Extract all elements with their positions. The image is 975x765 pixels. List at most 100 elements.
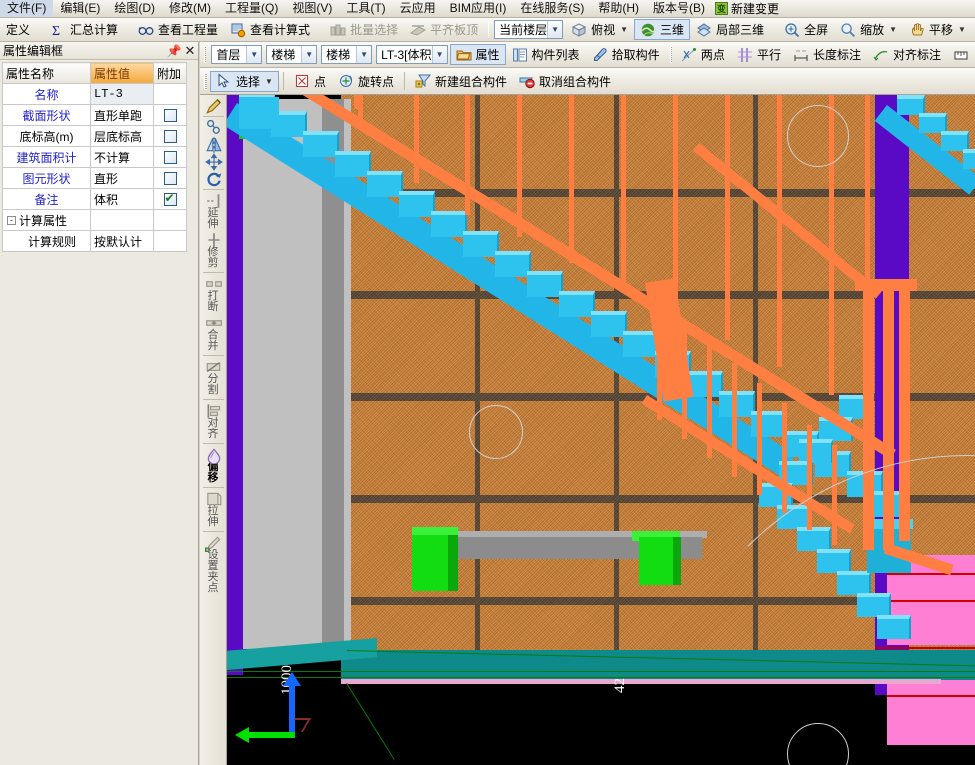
main-toolbar: 定义 Σ 汇总计算 查看工程量: [0, 18, 975, 42]
toolbar-grip[interactable]: [670, 46, 672, 63]
toolbar-grip[interactable]: [204, 73, 207, 90]
property-button[interactable]: 属性: [450, 44, 506, 65]
chevron-down-icon[interactable]: ▼: [620, 25, 628, 34]
local-3d-button[interactable]: 局部三维: [690, 19, 770, 40]
prop-extra: [154, 105, 187, 126]
sidebar-tool-label: 偏移: [207, 462, 220, 484]
cancel-group-component-button[interactable]: 取消组合构件: [513, 71, 617, 92]
extra-checkbox[interactable]: [164, 172, 177, 185]
batch-select-button[interactable]: 批量选择: [324, 19, 404, 40]
sidebar-tool-move[interactable]: [201, 153, 226, 169]
length-dim-button[interactable]: 长度标注: [787, 44, 867, 65]
summary-calc-button[interactable]: Σ 汇总计算: [44, 19, 124, 40]
menu-item-bim[interactable]: BIM应用(I): [443, 0, 514, 17]
table-row[interactable]: 底标高(m) 层底标高: [3, 126, 187, 147]
floor-select[interactable]: 首层 ▼: [211, 45, 262, 64]
floor-scope-select[interactable]: 当前楼层 ▼: [494, 20, 563, 39]
pan-button[interactable]: 平移 ▼: [903, 19, 972, 40]
select-tool-button[interactable]: 选择 ▼: [210, 71, 279, 92]
point-tool-button[interactable]: 点: [288, 71, 332, 92]
component-list-button[interactable]: 构件列表: [506, 44, 586, 65]
measure-button[interactable]: [947, 44, 975, 65]
chevron-down-icon[interactable]: ▼: [265, 77, 273, 86]
table-row[interactable]: 名称 LT-3: [3, 84, 187, 105]
prop-value[interactable]: 体积: [91, 189, 154, 210]
table-row[interactable]: 备注 体积: [3, 189, 187, 210]
sidebar-tool-rotate[interactable]: [201, 170, 226, 186]
collapse-expander[interactable]: -: [7, 216, 16, 225]
chevron-down-icon[interactable]: ▼: [246, 46, 261, 63]
prop-value[interactable]: LT-3: [91, 84, 154, 105]
close-icon[interactable]: ✕: [182, 43, 198, 59]
extra-checkbox-checked[interactable]: [164, 193, 177, 206]
component-select[interactable]: LT-3[体积 ▼: [376, 45, 447, 64]
sidebar-tool-align[interactable]: 对齐: [201, 402, 226, 440]
table-row-group[interactable]: - 计算属性: [3, 210, 187, 231]
menu-item-file[interactable]: 文件(F): [0, 0, 53, 17]
pin-icon[interactable]: 📌: [166, 44, 182, 58]
extra-checkbox[interactable]: [164, 109, 177, 122]
chevron-down-icon[interactable]: ▼: [356, 46, 371, 63]
sidebar-tool-offset[interactable]: 偏移: [201, 446, 226, 484]
chevron-down-icon[interactable]: ▼: [889, 25, 897, 34]
menu-item-version[interactable]: 版本号(B): [646, 0, 712, 17]
menu-item-online[interactable]: 在线服务(S): [513, 0, 591, 17]
sidebar-tool-extend[interactable]: 延伸: [201, 192, 226, 230]
prop-value[interactable]: 层底标高: [91, 126, 154, 147]
view-quantity-button[interactable]: 查看工程量: [132, 19, 224, 40]
menu-item-draw[interactable]: 绘图(D): [107, 0, 162, 17]
zoom-button[interactable]: 缩放 ▼: [834, 19, 903, 40]
align-dim-button[interactable]: 对齐标注: [867, 44, 947, 65]
sidebar-tool-set-grip[interactable]: 设置夹点: [201, 534, 226, 594]
define-button[interactable]: 定义: [0, 19, 36, 40]
sidebar-tool-copy[interactable]: [201, 119, 226, 135]
table-row[interactable]: 计算规则 按默认计: [3, 231, 187, 252]
new-change-label: 新建变更: [731, 0, 779, 17]
sidebar-tool-merge[interactable]: 合并: [201, 314, 226, 352]
sidebar-tool-break[interactable]: 打断: [201, 275, 226, 313]
category-select[interactable]: 楼梯 ▼: [266, 45, 317, 64]
sidebar-separator: [203, 116, 224, 117]
toolbar-grip[interactable]: [488, 21, 489, 38]
chevron-down-icon[interactable]: ▼: [432, 46, 447, 63]
floor-select-value: 首层: [216, 46, 246, 63]
table-row[interactable]: 截面形状 直形单跑: [3, 105, 187, 126]
table-row[interactable]: 建筑面积计 不计算: [3, 147, 187, 168]
sidebar-tool-split[interactable]: 分割: [201, 358, 226, 396]
menu-item-modify[interactable]: 修改(M): [162, 0, 218, 17]
sidebar-tool-stretch[interactable]: 拉伸: [201, 490, 226, 528]
menu-item-edit[interactable]: 编辑(E): [53, 0, 107, 17]
table-row[interactable]: 图元形状 直形: [3, 168, 187, 189]
chevron-down-icon[interactable]: ▼: [547, 21, 562, 38]
model-3d-viewport[interactable]: C B 1000 42: [227, 95, 975, 765]
view-mode-button[interactable]: 俯视 ▼: [565, 19, 634, 40]
fullscreen-button[interactable]: 全屏: [778, 19, 834, 40]
view-formula-button[interactable]: 查看计算式: [224, 19, 316, 40]
chevron-down-icon[interactable]: ▼: [301, 46, 316, 63]
flush-slab-button[interactable]: 平齐板顶: [404, 19, 484, 40]
sidebar-tool-pen[interactable]: [201, 97, 226, 113]
new-change-button[interactable]: 变 新建变更: [712, 0, 784, 17]
menu-item-cloud[interactable]: 云应用: [393, 0, 443, 17]
extra-checkbox[interactable]: [164, 151, 177, 164]
menu-item-quantity[interactable]: 工程量(Q): [218, 0, 285, 17]
two-point-button[interactable]: 两点: [675, 44, 731, 65]
menu-item-tools[interactable]: 工具(T): [339, 0, 392, 17]
sidebar-tool-trim[interactable]: 修剪: [201, 231, 226, 269]
menu-item-help[interactable]: 帮助(H): [591, 0, 646, 17]
pick-component-button[interactable]: 拾取构件: [586, 44, 666, 65]
prop-value[interactable]: 直形单跑: [91, 105, 154, 126]
prop-value[interactable]: 直形: [91, 168, 154, 189]
chevron-down-icon[interactable]: ▼: [958, 25, 966, 34]
new-group-component-button[interactable]: 新建组合构件: [409, 71, 513, 92]
subcategory-select[interactable]: 楼梯 ▼: [321, 45, 372, 64]
extra-checkbox[interactable]: [164, 130, 177, 143]
rotate-point-button[interactable]: 旋转点: [332, 71, 400, 92]
toolbar-grip[interactable]: [204, 46, 206, 63]
prop-value[interactable]: 不计算: [91, 147, 154, 168]
menu-item-view[interactable]: 视图(V): [285, 0, 339, 17]
three-d-button[interactable]: 三维: [634, 19, 690, 40]
prop-value[interactable]: 按默认计: [91, 231, 154, 252]
sidebar-tool-mirror[interactable]: [201, 136, 226, 152]
parallel-button[interactable]: 平行: [731, 44, 787, 65]
